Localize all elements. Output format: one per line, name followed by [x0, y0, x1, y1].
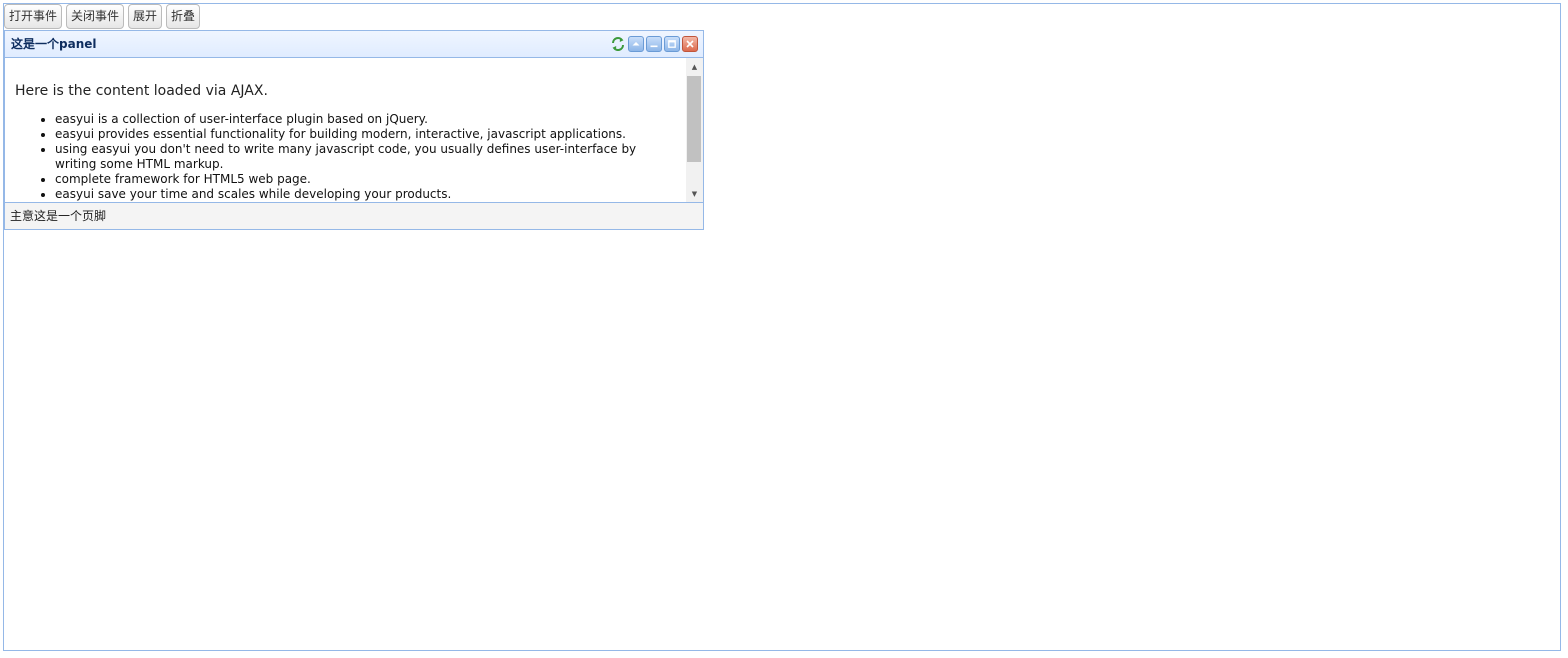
footer-text: 主意这是一个页脚 [10, 209, 107, 223]
panel-body[interactable]: Here is the content loaded via AJAX. eas… [5, 58, 703, 203]
toolbar: 打开事件 关闭事件 展开 折叠 [4, 4, 201, 29]
panel: 这是一个panel Here is the content loaded via… [4, 30, 704, 230]
minimize-icon[interactable] [646, 36, 662, 52]
scroll-down-arrow-icon[interactable]: ▼ [686, 187, 703, 201]
scroll-thumb[interactable] [687, 76, 701, 162]
list-item: easyui save your time and scales while d… [55, 187, 676, 202]
list-item: complete framework for HTML5 web page. [55, 172, 676, 187]
list-item: easyui is a collection of user-interface… [55, 112, 676, 127]
panel-content: Here is the content loaded via AJAX. eas… [5, 58, 686, 203]
refresh-icon[interactable] [610, 36, 626, 52]
scroll-up-arrow-icon[interactable]: ▲ [686, 60, 703, 74]
open-event-button[interactable]: 打开事件 [4, 4, 63, 29]
close-icon[interactable] [682, 36, 698, 52]
list-item: easyui provides essential functionality … [55, 127, 676, 142]
close-event-button[interactable]: 关闭事件 [66, 4, 125, 29]
expand-button[interactable]: 展开 [128, 4, 163, 29]
collapse-button[interactable]: 折叠 [166, 4, 201, 29]
panel-title: 这是一个panel [11, 37, 97, 51]
maximize-icon[interactable] [664, 36, 680, 52]
panel-tools [610, 36, 698, 52]
feature-list: easyui is a collection of user-interface… [15, 112, 676, 202]
vertical-scrollbar[interactable]: ▲ ▼ [686, 58, 703, 203]
list-item: using easyui you don't need to write man… [55, 142, 676, 172]
panel-footer: 主意这是一个页脚 [5, 202, 703, 229]
panel-header: 这是一个panel [5, 31, 703, 58]
collapse-icon[interactable] [628, 36, 644, 52]
content-intro: Here is the content loaded via AJAX. [15, 83, 268, 99]
